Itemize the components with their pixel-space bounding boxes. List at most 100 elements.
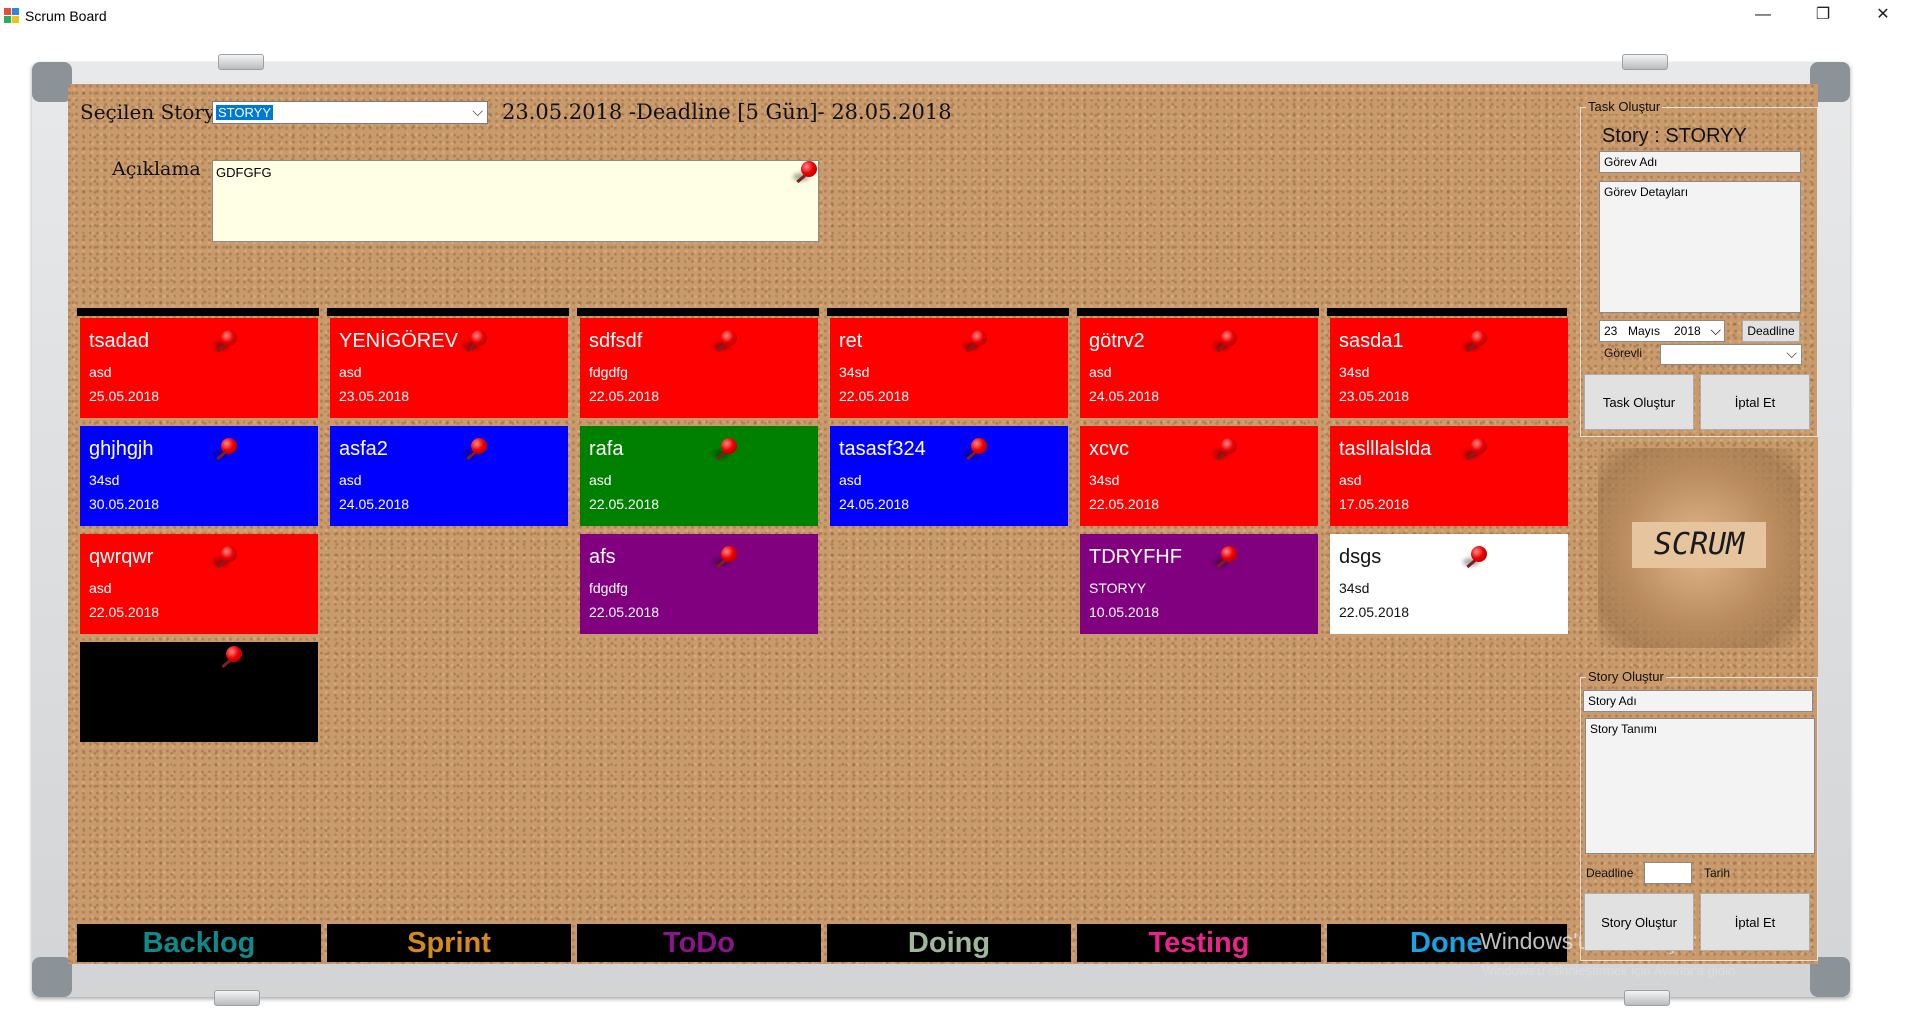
task-card-detail: asd xyxy=(839,472,862,488)
pushpin-icon xyxy=(213,438,237,462)
task-story-caption: Story : STORYY xyxy=(1602,125,1747,147)
title-bar: Scrum Board — ❐ ✕ xyxy=(0,0,1913,32)
task-card[interactable]: tsadad asd 25.05.2018 xyxy=(80,318,318,418)
task-card[interactable]: qwrqwr asd 22.05.2018 xyxy=(80,534,318,634)
close-button[interactable]: ✕ xyxy=(1860,0,1906,32)
activation-watermark-hint: Windows'u etkinleştirmek için Ayarlar'a … xyxy=(1482,963,1736,978)
task-card-date: 24.05.2018 xyxy=(1089,388,1160,404)
description-label: Açıklama xyxy=(112,158,201,180)
task-card-date: 24.05.2018 xyxy=(339,496,410,512)
column-label-doing: Doing xyxy=(827,924,1071,962)
story-select-value: STORYY xyxy=(216,105,273,120)
task-name-input[interactable]: Görev Adı xyxy=(1599,151,1801,173)
pushpin-icon xyxy=(713,438,737,462)
task-card-detail: fdgdfg xyxy=(589,580,628,596)
story-description-textarea[interactable]: Story Tanımı xyxy=(1585,718,1815,854)
task-card-title: xcvc xyxy=(1089,438,1129,460)
task-card[interactable]: YENİGÖREV asd 23.05.2018 xyxy=(330,318,568,418)
task-card-detail: 34sd xyxy=(1339,580,1370,596)
task-card-detail: asd xyxy=(589,472,612,488)
task-card-detail: 34sd xyxy=(89,472,120,488)
column-header-bar xyxy=(1077,308,1319,316)
task-card[interactable]: taslllalslda asd 17.05.2018 xyxy=(1330,426,1568,526)
pushpin-icon xyxy=(1213,438,1237,462)
story-deadline-label: Deadline xyxy=(1586,866,1634,880)
story-cancel-button[interactable]: İptal Et xyxy=(1700,893,1810,951)
pushpin-icon xyxy=(713,330,737,354)
pushpin-icon xyxy=(963,330,987,354)
story-deadline-input[interactable] xyxy=(1644,862,1692,884)
assignee-combo[interactable]: ⌵ xyxy=(1660,344,1802,365)
task-card-detail: 34sd xyxy=(839,364,870,380)
task-card[interactable]: sasda1 34sd 23.05.2018 xyxy=(1330,318,1568,418)
task-card[interactable]: rafa asd 22.05.2018 xyxy=(580,426,818,526)
date-year: 2018 xyxy=(1674,324,1701,338)
pushpin-icon xyxy=(963,438,987,462)
pushpin-icon xyxy=(218,646,242,670)
restore-button[interactable]: ❐ xyxy=(1800,0,1846,32)
task-card-date: 22.05.2018 xyxy=(839,388,910,404)
task-card-detail: fdgdfg xyxy=(589,364,628,380)
task-card[interactable]: sdfsdf fdgdfg 22.05.2018 xyxy=(580,318,818,418)
app-icon xyxy=(4,8,20,24)
task-card[interactable]: götrv2 asd 24.05.2018 xyxy=(1080,318,1318,418)
column-label-testing: Testing xyxy=(1077,924,1321,962)
task-card-detail: asd xyxy=(1339,472,1362,488)
minimize-button[interactable]: — xyxy=(1740,0,1786,32)
task-card-date: 23.05.2018 xyxy=(1339,388,1410,404)
task-card[interactable]: asfa2 asd 24.05.2018 xyxy=(330,426,568,526)
description-textarea[interactable]: GDFGFG xyxy=(212,160,819,242)
description-value: GDFGFG xyxy=(216,165,272,180)
frame-corner xyxy=(32,957,72,997)
task-card-title: ghjhgjh xyxy=(89,438,154,460)
task-card[interactable]: tasasf324 asd 24.05.2018 xyxy=(830,426,1068,526)
task-card-title: afs xyxy=(589,546,616,568)
chevron-down-icon: ⌵ xyxy=(1710,322,1721,338)
story-create-button[interactable]: Story Oluştur xyxy=(1584,893,1694,951)
task-card[interactable] xyxy=(80,642,318,742)
column-label-todo: ToDo xyxy=(577,924,821,962)
date-month: Mayıs xyxy=(1628,324,1661,338)
task-card-detail: asd xyxy=(339,364,362,380)
task-card[interactable]: afs fdgdfg 22.05.2018 xyxy=(580,534,818,634)
pushpin-icon xyxy=(1463,438,1487,462)
task-card-title: ret xyxy=(839,330,863,352)
window-title: Scrum Board xyxy=(25,8,107,24)
task-card[interactable]: ghjhgjh 34sd 30.05.2018 xyxy=(80,426,318,526)
frame-corner xyxy=(32,62,72,102)
pushpin-icon xyxy=(1463,330,1487,354)
task-card-detail: STORYY xyxy=(1089,580,1147,596)
column-header-bar xyxy=(1327,308,1567,316)
story-name-input[interactable]: Story Adı xyxy=(1583,690,1813,712)
pushpin-icon xyxy=(1463,546,1487,570)
task-cancel-button[interactable]: İptal Et xyxy=(1700,374,1810,430)
task-card-date: 22.05.2018 xyxy=(589,388,660,404)
pushpin-icon xyxy=(213,330,237,354)
task-card-date: 25.05.2018 xyxy=(89,388,160,404)
task-card-title: tsadad xyxy=(89,330,150,352)
task-card-date: 30.05.2018 xyxy=(89,496,160,512)
column-header-bar xyxy=(577,308,819,316)
pushpin-icon xyxy=(1213,330,1237,354)
task-card-date: 22.05.2018 xyxy=(1089,496,1160,512)
task-date-picker[interactable]: 23 Mayıs 2018 ⌵ xyxy=(1599,320,1725,342)
task-card[interactable]: ret 34sd 22.05.2018 xyxy=(830,318,1068,418)
task-card[interactable]: dsgs 34sd 22.05.2018 xyxy=(1330,534,1568,634)
task-card-title: rafa xyxy=(589,438,624,460)
story-select[interactable]: STORYY ⌵ xyxy=(212,101,488,124)
pushpin-icon xyxy=(1213,546,1237,570)
task-group-title: Task Oluştur xyxy=(1586,99,1663,114)
pushpin-icon xyxy=(793,161,817,185)
task-card-date: 24.05.2018 xyxy=(839,496,910,512)
task-create-button[interactable]: Task Oluştur xyxy=(1584,374,1694,430)
deadline-button[interactable]: Deadline xyxy=(1742,320,1800,342)
task-card-detail: asd xyxy=(1089,364,1112,380)
task-card-date: 22.05.2018 xyxy=(589,604,660,620)
task-card-title: TDRYFHF xyxy=(1089,546,1182,568)
task-card[interactable]: TDRYFHF STORYY 10.05.2018 xyxy=(1080,534,1318,634)
task-card-detail: asd xyxy=(89,580,112,596)
task-card-detail: 34sd xyxy=(1089,472,1120,488)
task-card[interactable]: xcvc 34sd 22.05.2018 xyxy=(1080,426,1318,526)
pushpin-icon xyxy=(463,438,487,462)
task-details-textarea[interactable]: Görev Detayları xyxy=(1599,181,1801,313)
